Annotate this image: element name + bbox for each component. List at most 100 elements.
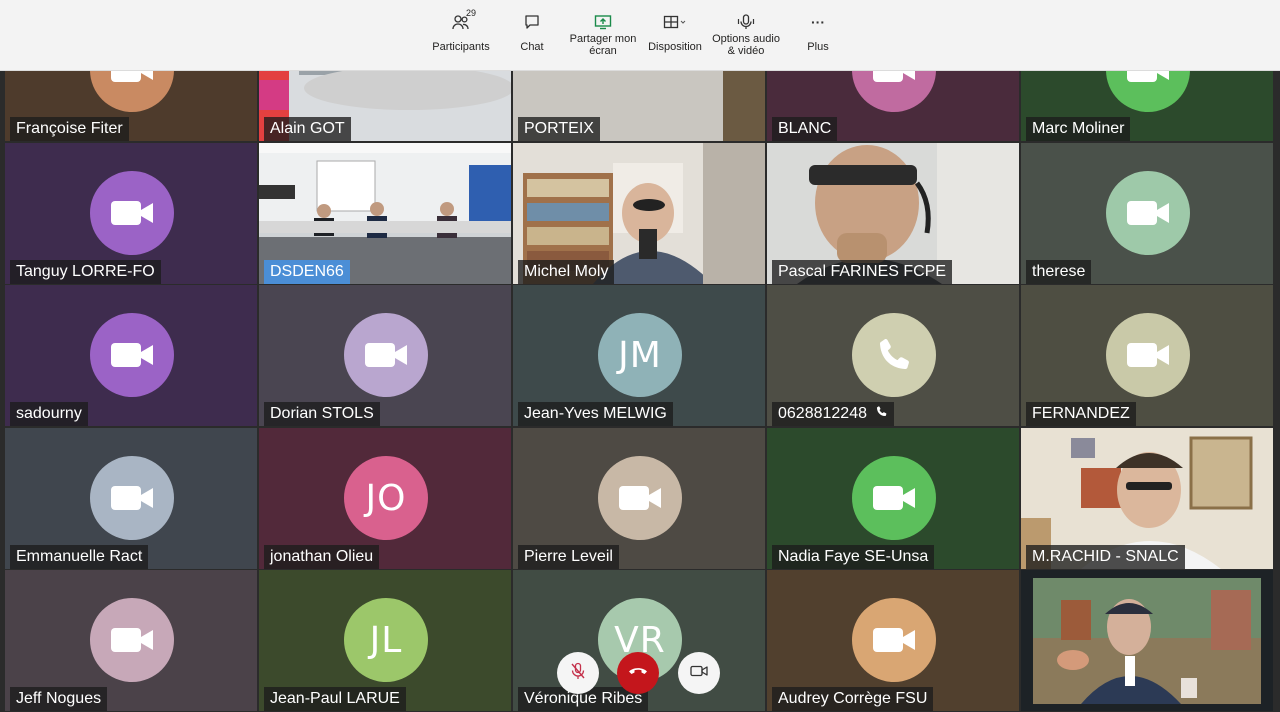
participant-tile[interactable]: Dorian STOLS xyxy=(259,285,511,426)
participant-name: Françoise Fiter xyxy=(10,117,129,141)
participant-initials: JO xyxy=(344,456,428,540)
participant-name: Audrey Corrège FSU xyxy=(772,687,934,711)
more-icon: ··· xyxy=(811,14,825,30)
participant-name: FERNANDEZ xyxy=(1026,402,1136,426)
participant-name-text: Tanguy LORRE-FO xyxy=(16,263,155,280)
camera-off-icon xyxy=(1106,313,1190,397)
participant-tile[interactable] xyxy=(1021,570,1273,711)
hang-up-icon xyxy=(628,664,648,682)
participant-tile[interactable]: BLANC xyxy=(767,71,1019,141)
camera-off-icon xyxy=(852,456,936,540)
participant-tile[interactable]: FERNANDEZ xyxy=(1021,285,1273,426)
participant-name-text: BLANC xyxy=(778,120,832,137)
mute-button[interactable] xyxy=(557,652,599,694)
participant-name-text: therese xyxy=(1032,263,1086,280)
camera-off-icon xyxy=(90,71,174,112)
mic-off-icon xyxy=(570,662,586,685)
video-camera-icon xyxy=(690,664,708,682)
participant-name: Nadia Faye SE-Unsa xyxy=(772,545,935,569)
participant-tile[interactable]: 0628812248 xyxy=(767,285,1019,426)
participant-name-text: Audrey Corrège FSU xyxy=(778,690,928,707)
participant-tile[interactable]: JM Jean-Yves MELWIG xyxy=(513,285,765,426)
participants-icon: 29 xyxy=(452,8,476,32)
camera-off-icon xyxy=(90,313,174,397)
participant-tile[interactable]: Alain GOT xyxy=(259,71,511,141)
participant-name: Pascal FARINES FCPE xyxy=(772,260,953,284)
participant-tile[interactable]: Audrey Corrège FSU xyxy=(767,570,1019,711)
participant-name: Jean-Yves MELWIG xyxy=(518,402,673,426)
participant-name-text: Pierre Leveil xyxy=(524,548,613,565)
participant-name-text: jonathan Olieu xyxy=(270,548,374,565)
hang-up-button[interactable] xyxy=(617,652,659,694)
share-label-line2: écran xyxy=(589,45,617,57)
share-screen-button[interactable]: Partager mon écran xyxy=(570,0,636,71)
camera-off-icon xyxy=(344,313,428,397)
participant-name-text: FERNANDEZ xyxy=(1032,405,1130,422)
av-options-button[interactable]: Options audio & vidéo xyxy=(712,0,780,71)
meeting-toolbar: 29 Participants Chat Partager mon écran … xyxy=(0,0,1280,71)
av-options-label: Options audio & vidéo xyxy=(712,33,780,57)
participant-name: therese xyxy=(1026,260,1092,284)
participant-name: Jeff Nogues xyxy=(10,687,108,711)
participant-name: DSDEN66 xyxy=(264,260,350,284)
camera-off-icon xyxy=(598,456,682,540)
layout-button[interactable]: Disposition xyxy=(646,0,704,71)
participant-name: Emmanuelle Ract xyxy=(10,545,149,569)
participant-tile[interactable]: Michel Moly xyxy=(513,143,765,284)
participant-tile[interactable]: Jeff Nogues xyxy=(5,570,257,711)
participant-name: Jean-Paul LARUE xyxy=(264,687,406,711)
participant-initials: JM xyxy=(598,313,682,397)
participant-name-text: DSDEN66 xyxy=(270,263,344,280)
participant-tile[interactable]: Marc Moliner xyxy=(1021,71,1273,141)
participant-name: PORTEIX xyxy=(518,117,600,141)
participant-tile[interactable]: Pierre Leveil xyxy=(513,428,765,569)
participant-name: 0628812248 xyxy=(772,402,894,426)
participant-name-text: Nadia Faye SE-Unsa xyxy=(778,548,929,565)
participant-name: M.RACHID - SNALC xyxy=(1026,545,1185,569)
participant-name-text: Pascal FARINES FCPE xyxy=(778,263,947,280)
video-toggle-button[interactable] xyxy=(678,652,720,694)
participant-tile[interactable]: Pascal FARINES FCPE xyxy=(767,143,1019,284)
camera-off-icon xyxy=(90,456,174,540)
participant-video xyxy=(1021,570,1273,711)
participant-tile[interactable]: Emmanuelle Ract xyxy=(5,428,257,569)
participant-name: Marc Moliner xyxy=(1026,117,1131,141)
av-label-line1: Options audio xyxy=(712,33,780,45)
participant-tile[interactable]: JL Jean-Paul LARUE xyxy=(259,570,511,711)
participant-tile[interactable]: Nadia Faye SE-Unsa xyxy=(767,428,1019,569)
more-button[interactable]: ··· Plus xyxy=(798,0,838,71)
chat-icon xyxy=(524,12,540,32)
camera-off-icon xyxy=(90,598,174,682)
participant-tile[interactable]: M.RACHID - SNALC xyxy=(1021,428,1273,569)
participant-tile[interactable]: therese xyxy=(1021,143,1273,284)
participant-name-text: M.RACHID - SNALC xyxy=(1032,548,1179,565)
participant-name-text: Jean-Yves MELWIG xyxy=(524,405,667,422)
layout-icon xyxy=(663,12,687,32)
participant-name: BLANC xyxy=(772,117,838,141)
participant-name-text: Marc Moliner xyxy=(1032,120,1125,137)
participant-name: Alain GOT xyxy=(264,117,351,141)
participant-tile[interactable]: Tanguy LORRE-FO xyxy=(5,143,257,284)
camera-off-icon xyxy=(1106,71,1190,112)
participant-tile[interactable]: Françoise Fiter xyxy=(5,71,257,141)
participant-name-text: Alain GOT xyxy=(270,120,345,137)
participant-name-text: Dorian STOLS xyxy=(270,405,374,422)
participant-tile[interactable]: JO jonathan Olieu xyxy=(259,428,511,569)
share-screen-icon xyxy=(594,12,612,32)
participant-tile[interactable]: DSDEN66 xyxy=(259,143,511,284)
camera-off-icon xyxy=(1106,171,1190,255)
participant-name-text: Jeff Nogues xyxy=(16,690,102,707)
participant-tile[interactable]: sadourny xyxy=(5,285,257,426)
camera-off-icon xyxy=(852,71,936,112)
participants-button[interactable]: 29 Participants xyxy=(428,0,494,71)
participant-tile[interactable]: PORTEIX xyxy=(513,71,765,141)
phone-icon xyxy=(852,313,936,397)
participant-name-text: PORTEIX xyxy=(524,120,594,137)
participant-name: Pierre Leveil xyxy=(518,545,619,569)
participants-label: Participants xyxy=(432,41,490,53)
participant-name-text: Emmanuelle Ract xyxy=(16,548,143,565)
layout-label: Disposition xyxy=(648,41,702,53)
chat-button[interactable]: Chat xyxy=(512,0,552,71)
participant-grid: Françoise Fiter Alain GOT PORTEIX BLANC Marc… xyxy=(0,71,1280,712)
participant-name-text: Françoise Fiter xyxy=(16,120,123,137)
